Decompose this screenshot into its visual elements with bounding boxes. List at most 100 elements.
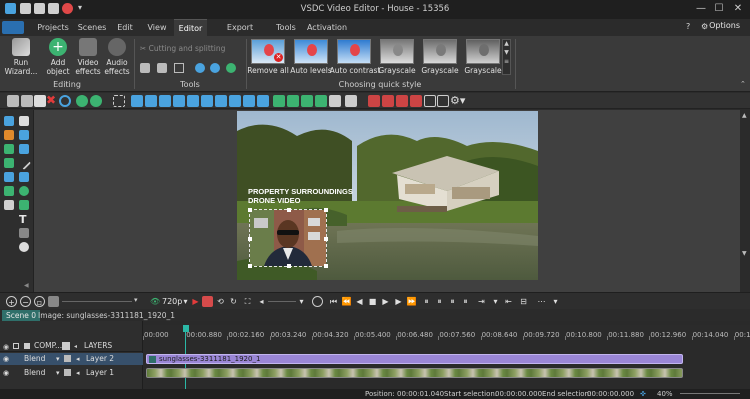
snap-icon[interactable] — [368, 95, 380, 107]
style-grayscale-thumb[interactable] — [380, 39, 414, 64]
fill-icon[interactable] — [410, 95, 422, 107]
zoom-slider[interactable] — [62, 301, 132, 302]
pointer-icon[interactable] — [19, 116, 29, 126]
crop-icon[interactable] — [174, 63, 184, 73]
tab-edit[interactable]: Edit — [114, 19, 136, 36]
align-center-icon[interactable] — [145, 95, 157, 107]
tab-image-object[interactable]: Image: sunglasses-3311181_1920_1 — [34, 310, 179, 321]
lock-icon[interactable] — [13, 343, 19, 349]
comp-options-icon[interactable] — [62, 342, 70, 350]
image-clip[interactable]: sunglasses-3311181_1920_1 — [146, 354, 683, 364]
move-object-icon[interactable] — [4, 200, 14, 210]
to-start-icon[interactable]: ⏮ — [328, 296, 339, 307]
rect-tool-icon[interactable] — [19, 172, 29, 182]
next-frame-icon[interactable]: ▶ — [393, 296, 404, 307]
help-icon[interactable]: ? — [686, 22, 690, 31]
gear-icon[interactable]: ⚙ — [701, 22, 708, 31]
more-icon[interactable]: ⋯ — [536, 296, 547, 307]
stop-icon[interactable]: ■ — [367, 296, 378, 307]
cutting-splitting-button[interactable]: ✂ Cutting and splitting — [140, 44, 225, 53]
grid-icon[interactable] — [157, 63, 167, 73]
style-grayscale-label[interactable]: Grayscale — [375, 66, 419, 75]
tab-activation[interactable]: Activation — [305, 19, 349, 36]
delete-icon[interactable]: ✖ — [46, 94, 56, 107]
selected-image-object[interactable] — [248, 208, 328, 268]
align-bottom-icon[interactable] — [201, 95, 213, 107]
split-icon[interactable]: ⇥ — [476, 296, 487, 307]
volume-slider[interactable] — [268, 301, 296, 302]
free-shape-icon[interactable] — [19, 200, 29, 210]
step-back-icon[interactable]: ⏪ — [341, 296, 352, 307]
clock-icon[interactable] — [312, 296, 323, 307]
style-grayscale-thumb[interactable] — [466, 39, 500, 64]
distribute-h-icon[interactable] — [215, 95, 227, 107]
audio-effects-button[interactable]: Audio effects — [101, 38, 133, 76]
style-auto-contrast-thumb[interactable] — [337, 39, 371, 64]
video-effects-button[interactable]: Video effects — [72, 38, 104, 76]
wrench-icon[interactable] — [140, 63, 150, 73]
left-scroll-arrow-icon[interactable]: ◀ — [24, 282, 29, 289]
cut-icon[interactable] — [7, 95, 19, 107]
rectangle-tool-icon[interactable] — [19, 130, 29, 140]
resize-handle[interactable] — [248, 208, 252, 212]
align-top-icon[interactable] — [173, 95, 185, 107]
play-preview-icon[interactable]: ▶ — [190, 296, 201, 307]
style-grayscale-label[interactable]: Grayscale — [418, 66, 462, 75]
same-height-icon[interactable] — [257, 95, 269, 107]
layer-audio-icon[interactable] — [64, 369, 71, 376]
shape-tool-icon[interactable] — [19, 144, 29, 154]
settings-gear-icon[interactable]: ⚙▾ — [450, 94, 465, 107]
style-grayscale-label[interactable]: Grayscale — [461, 66, 505, 75]
style-auto-contrast-label[interactable]: Auto contrast — [329, 66, 381, 75]
layer-1-row[interactable]: ◉ Blend ▾ ◂ Layer 1 — [0, 367, 143, 379]
step-forward-icon[interactable]: ⏩ — [406, 296, 417, 307]
resize-handle[interactable] — [324, 208, 328, 212]
group-icon[interactable] — [113, 95, 125, 107]
close-icon[interactable]: ✕ — [731, 2, 745, 16]
blend-mode[interactable]: Blend — [24, 353, 45, 365]
align-left-icon[interactable] — [131, 95, 143, 107]
playhead-handle[interactable] — [183, 325, 189, 332]
resize-handle[interactable] — [248, 237, 252, 241]
undo-icon[interactable] — [76, 95, 88, 107]
move-down-icon[interactable] — [287, 95, 299, 107]
layer-audio-icon[interactable] — [64, 355, 71, 362]
text-tool-icon[interactable]: T — [19, 213, 27, 226]
rotate-icon[interactable] — [195, 63, 205, 73]
select-all-icon[interactable] — [59, 95, 71, 107]
layer-order-icon[interactable] — [345, 95, 357, 107]
align-middle-icon[interactable] — [187, 95, 199, 107]
marker-icon[interactable]: ⏸ — [434, 296, 445, 307]
quick-style-scroll[interactable]: ▲ ▼ ≡ — [502, 39, 511, 75]
layer-icon[interactable] — [329, 95, 341, 107]
bring-to-front-icon[interactable] — [301, 95, 313, 107]
distribute-v-icon[interactable] — [229, 95, 241, 107]
speech-bubble-icon[interactable] — [19, 242, 29, 252]
send-to-back-icon[interactable] — [315, 95, 327, 107]
tab-editor[interactable]: Editor — [174, 19, 207, 36]
volume-dropdown-icon[interactable]: ▾ — [296, 296, 307, 307]
tab-projects[interactable]: Projects — [36, 19, 70, 36]
app-menu-button[interactable] — [2, 21, 24, 34]
style-auto-levels-thumb[interactable] — [294, 39, 328, 64]
chart-object-icon[interactable] — [4, 116, 14, 126]
tab-export-project[interactable]: Export project — [212, 19, 268, 49]
line-tool-icon[interactable] — [16, 155, 32, 171]
add-object-button[interactable]: + Add object — [42, 38, 74, 76]
copy-icon[interactable] — [21, 95, 33, 107]
layer-lock-icon[interactable]: ◂ — [76, 353, 80, 365]
video-frame[interactable]: PROPERTY SURROUNDINGS DRONE VIDEO — [237, 111, 538, 280]
vertical-scrollbar[interactable]: ▲ ▼ — [740, 110, 750, 296]
paste-icon[interactable] — [34, 95, 46, 107]
zoom-slider[interactable] — [680, 393, 740, 394]
audio-track-icon[interactable] — [24, 343, 30, 349]
visibility-icon[interactable]: ◉ — [3, 343, 9, 351]
frame-icon[interactable] — [424, 95, 436, 107]
marker-icon[interactable]: ⏸ — [421, 296, 432, 307]
comp-collapse-icon[interactable]: ◂ — [74, 343, 77, 350]
layer-2-row[interactable]: ◉ Blend ▾ ◂ Layer 2 — [0, 353, 143, 365]
align-right-icon[interactable] — [159, 95, 171, 107]
fit-icon[interactable] — [382, 95, 394, 107]
zoom-dropdown-icon[interactable]: ▾ — [134, 296, 138, 304]
resize-handle[interactable] — [324, 237, 328, 241]
